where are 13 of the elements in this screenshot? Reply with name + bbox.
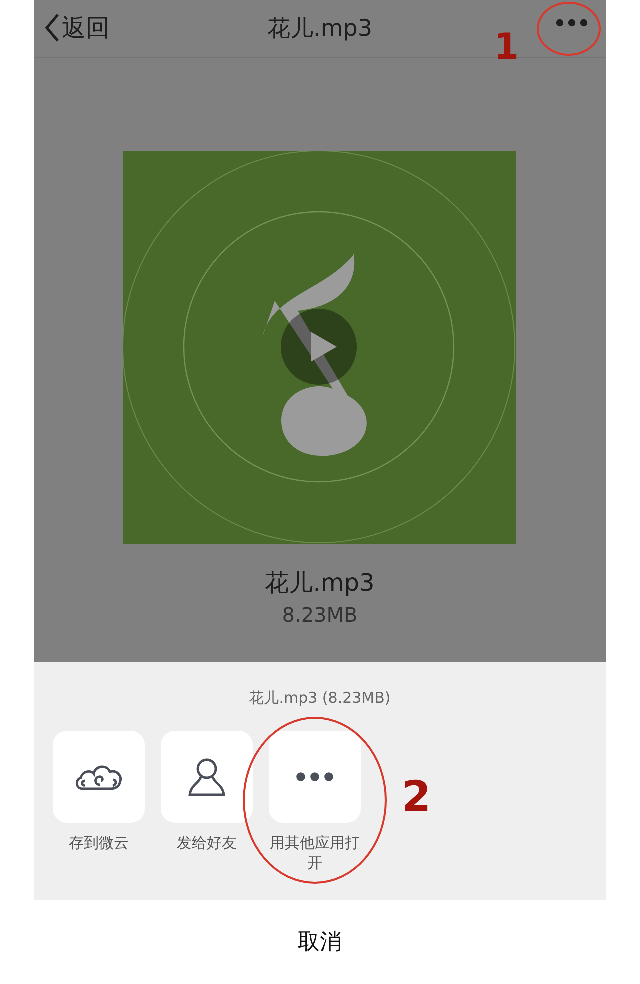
back-button[interactable]: 返回 [44,10,110,46]
annotation-number: 2 [402,776,432,818]
sheet-caption: 花儿.mp3 (8.23MB) [248,688,392,708]
annotation-ring [537,2,601,56]
annotation-number: 1 [494,30,520,66]
page-title: 花儿.mp3 [268,16,372,42]
person-icon [187,757,227,797]
file-name: 花儿.mp3 [264,568,376,598]
more-icon [296,772,334,782]
chevron-left-icon [44,13,60,43]
more-icon [556,19,588,27]
file-size: 8.23MB [281,602,359,628]
more-button[interactable] [556,19,588,27]
